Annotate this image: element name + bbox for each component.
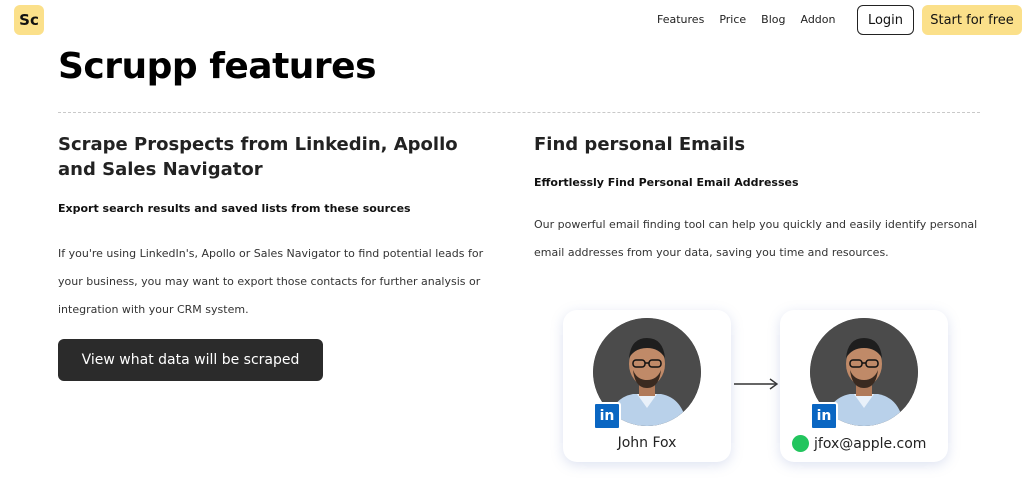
scrape-heading: Scrape Prospects from Linkedin, Apollo a… — [58, 134, 458, 180]
emails-subheading: Effortlessly Find Personal Email Address… — [534, 176, 799, 189]
profile-card: in John Fox — [563, 310, 731, 462]
profile-name: John Fox — [617, 435, 677, 451]
linkedin-icon: in — [593, 402, 621, 430]
scrape-description: If you're using LinkedIn's, Apollo or Sa… — [58, 247, 484, 316]
linkedin-icon: in — [810, 402, 838, 430]
top-nav: Features Price Blog Addon — [657, 13, 850, 26]
page-title: Scrupp features — [58, 46, 377, 87]
view-scraped-data-button[interactable]: View what data will be scraped — [58, 339, 323, 381]
nav-link-features[interactable]: Features — [657, 13, 704, 26]
email-result-card: in jfox@apple.com — [780, 310, 948, 462]
login-button[interactable]: Login — [857, 5, 914, 35]
divider — [58, 112, 980, 113]
emails-description: Our powerful email finding tool can help… — [534, 218, 978, 259]
nav-link-price[interactable]: Price — [719, 13, 746, 26]
email-row: jfox@apple.com — [792, 435, 926, 452]
nav-link-blog[interactable]: Blog — [761, 13, 785, 26]
emails-heading: Find personal Emails — [534, 134, 746, 155]
status-dot-icon — [792, 435, 809, 452]
arrow-right-icon — [734, 378, 779, 390]
nav-link-addon[interactable]: Addon — [800, 13, 835, 26]
found-email: jfox@apple.com — [814, 435, 927, 452]
start-for-free-button[interactable]: Start for free — [922, 5, 1022, 35]
scrape-subheading: Export search results and saved lists fr… — [58, 202, 411, 215]
logo[interactable]: Sc — [14, 5, 44, 35]
